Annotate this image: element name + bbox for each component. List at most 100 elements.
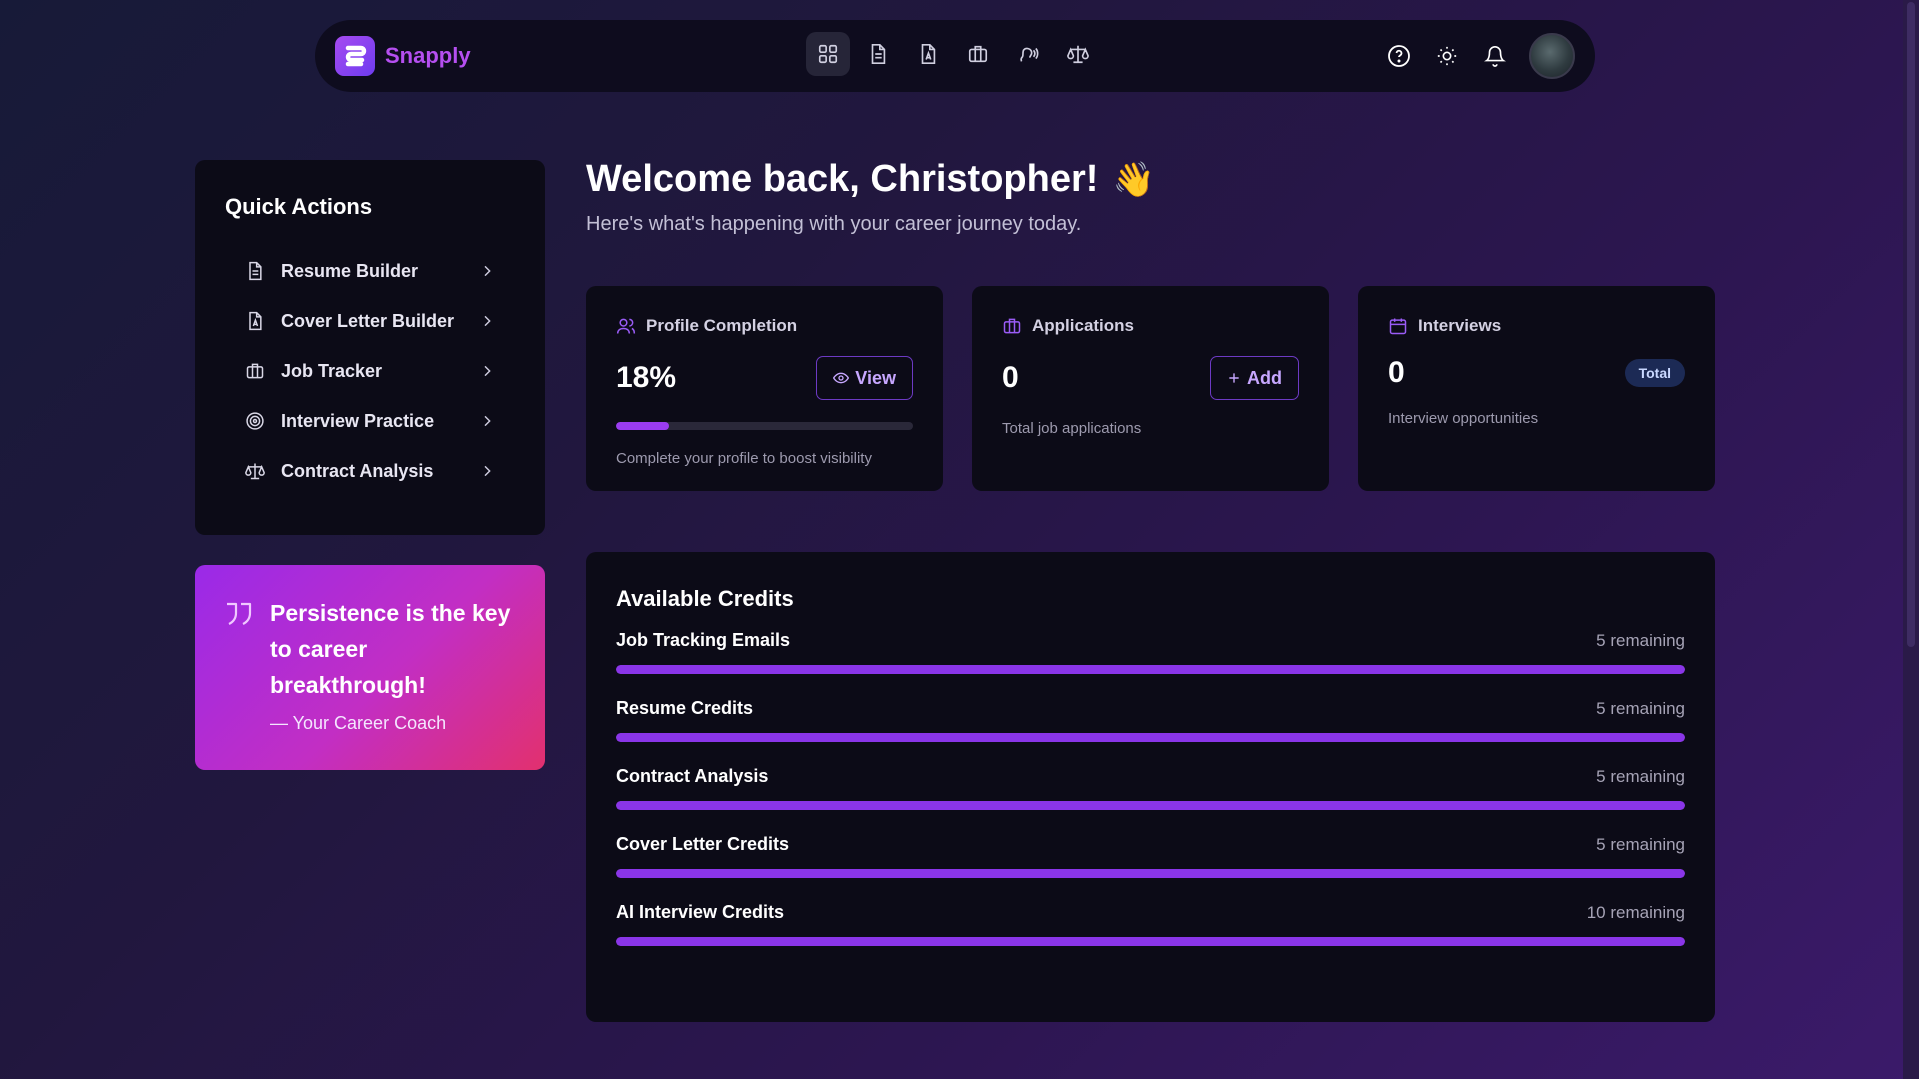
credits-title: Available Credits xyxy=(616,586,794,611)
credit-bar xyxy=(616,937,1685,946)
quick-action-job-tracker[interactable]: Job Tracker xyxy=(225,346,515,396)
credit-bar xyxy=(616,733,1685,742)
credit-row: Cover Letter Credits 5 remaining xyxy=(616,834,1685,878)
card-subtext: Total job applications xyxy=(1002,420,1142,437)
scale-icon xyxy=(245,461,267,481)
page-title: Welcome back, Christopher! 👋 xyxy=(586,158,1155,201)
quote-icon xyxy=(225,601,253,632)
credit-row-header: AI Interview Credits 10 remaining xyxy=(616,902,1685,923)
chevron-right-icon xyxy=(479,413,495,429)
quick-action-interview-practice[interactable]: Interview Practice xyxy=(225,396,515,446)
card-title: Applications xyxy=(1032,316,1135,335)
logo-icon xyxy=(335,36,375,76)
quick-action-resume-builder[interactable]: Resume Builder xyxy=(225,246,515,296)
credit-remaining: 5 remaining xyxy=(1596,630,1685,650)
dashboard-icon[interactable] xyxy=(806,32,850,76)
resume-icon[interactable] xyxy=(856,32,900,76)
credit-row-header: Contract Analysis 5 remaining xyxy=(616,766,1685,787)
quick-action-label: Interview Practice xyxy=(281,410,435,431)
top-nav: Snapply xyxy=(315,20,1595,92)
calendar-icon xyxy=(1388,316,1408,336)
credit-row: Contract Analysis 5 remaining xyxy=(616,766,1685,810)
welcome-subtitle: Here's what's happening with your career… xyxy=(586,213,1082,235)
credit-remaining: 10 remaining xyxy=(1586,902,1685,922)
quick-actions-title: Quick Actions xyxy=(225,194,373,219)
applications-card: Applications 0 Add Total job application… xyxy=(972,286,1329,491)
scrollbar[interactable] xyxy=(1903,0,1919,1079)
credit-name: AI Interview Credits xyxy=(616,902,785,922)
card-row: 0 Total xyxy=(1388,356,1685,390)
interview-icon[interactable] xyxy=(1006,32,1050,76)
credit-row: Job Tracking Emails 5 remaining xyxy=(616,630,1685,674)
chevron-right-icon xyxy=(479,263,495,279)
card-header: Applications xyxy=(1002,316,1299,336)
card-row: 18% View xyxy=(616,356,913,400)
scale-icon[interactable] xyxy=(1056,32,1100,76)
quick-action-contract-analysis[interactable]: Contract Analysis xyxy=(225,446,515,496)
brand[interactable]: Snapply xyxy=(335,36,471,76)
cover-letter-icon[interactable] xyxy=(906,32,950,76)
credit-bar xyxy=(616,801,1685,810)
card-header: Profile Completion xyxy=(616,316,913,336)
plus-icon xyxy=(1227,371,1241,385)
credit-row-header: Cover Letter Credits 5 remaining xyxy=(616,834,1685,855)
profile-progress-fill xyxy=(616,422,670,430)
available-credits-panel: Available Credits Job Tracking Emails 5 … xyxy=(586,552,1715,1022)
help-icon[interactable] xyxy=(1385,42,1413,70)
card-title: Interviews xyxy=(1418,316,1502,335)
card-header: Interviews xyxy=(1388,316,1685,336)
bell-icon[interactable] xyxy=(1481,42,1509,70)
status-badge: Total xyxy=(1624,359,1685,387)
quick-action-label: Contract Analysis xyxy=(281,460,434,481)
credit-row-header: Resume Credits 5 remaining xyxy=(616,698,1685,719)
quick-action-label: Cover Letter Builder xyxy=(281,310,455,331)
credit-bar xyxy=(616,869,1685,878)
credit-bar-fill xyxy=(616,665,1685,674)
nav-icons xyxy=(806,32,1100,76)
add-application-button[interactable]: Add xyxy=(1210,356,1299,400)
welcome-title: Welcome back, Christopher! xyxy=(586,158,1099,200)
credit-row: Resume Credits 5 remaining xyxy=(616,698,1685,742)
brand-name: Snapply xyxy=(385,43,471,68)
credit-remaining: 5 remaining xyxy=(1596,698,1685,718)
chevron-right-icon xyxy=(479,463,495,479)
chevron-right-icon xyxy=(479,363,495,379)
target-icon xyxy=(245,411,267,431)
applications-count: 0 xyxy=(1002,361,1019,394)
avatar[interactable] xyxy=(1529,33,1575,79)
briefcase-icon[interactable] xyxy=(956,32,1000,76)
document-icon xyxy=(245,261,267,281)
quick-action-cover-letter-builder[interactable]: Cover Letter Builder xyxy=(225,296,515,346)
quick-actions-panel: Quick Actions Resume Builder Cover Lette… xyxy=(195,160,545,535)
credit-name: Cover Letter Credits xyxy=(616,834,790,854)
scrollbar-thumb[interactable] xyxy=(1907,2,1915,647)
credit-row-header: Job Tracking Emails 5 remaining xyxy=(616,630,1685,651)
briefcase-icon xyxy=(245,361,267,381)
credit-name: Resume Credits xyxy=(616,698,754,718)
card-subtext: Complete your profile to boost visibilit… xyxy=(616,450,872,467)
credit-name: Contract Analysis xyxy=(616,766,769,786)
quick-action-label: Job Tracker xyxy=(281,360,383,381)
profile-progress-bar xyxy=(616,422,913,430)
view-label: View xyxy=(855,367,896,388)
sun-icon[interactable] xyxy=(1433,42,1461,70)
credit-remaining: 5 remaining xyxy=(1596,766,1685,786)
users-icon xyxy=(616,316,636,336)
profile-completion-card: Profile Completion 18% View Complete you… xyxy=(586,286,943,491)
view-profile-button[interactable]: View xyxy=(816,356,913,400)
briefcase-icon xyxy=(1002,316,1022,336)
quote-card: Persistence is the key to career breakth… xyxy=(195,565,545,770)
interviews-card: Interviews 0 Total Interview opportuniti… xyxy=(1358,286,1715,491)
nav-right xyxy=(1385,33,1575,79)
quick-action-label: Resume Builder xyxy=(281,260,419,281)
profile-completion-value: 18% xyxy=(616,361,677,394)
credit-bar-fill xyxy=(616,869,1685,878)
add-label: Add xyxy=(1247,367,1282,388)
eye-icon xyxy=(833,370,850,386)
credit-remaining: 5 remaining xyxy=(1596,834,1685,854)
wave-emoji: 👋 xyxy=(1112,160,1155,199)
letter-icon xyxy=(245,311,267,331)
quote-author: — Your Career Coach xyxy=(270,713,447,733)
card-row: 0 Add xyxy=(1002,356,1299,400)
credit-name: Job Tracking Emails xyxy=(616,630,791,650)
